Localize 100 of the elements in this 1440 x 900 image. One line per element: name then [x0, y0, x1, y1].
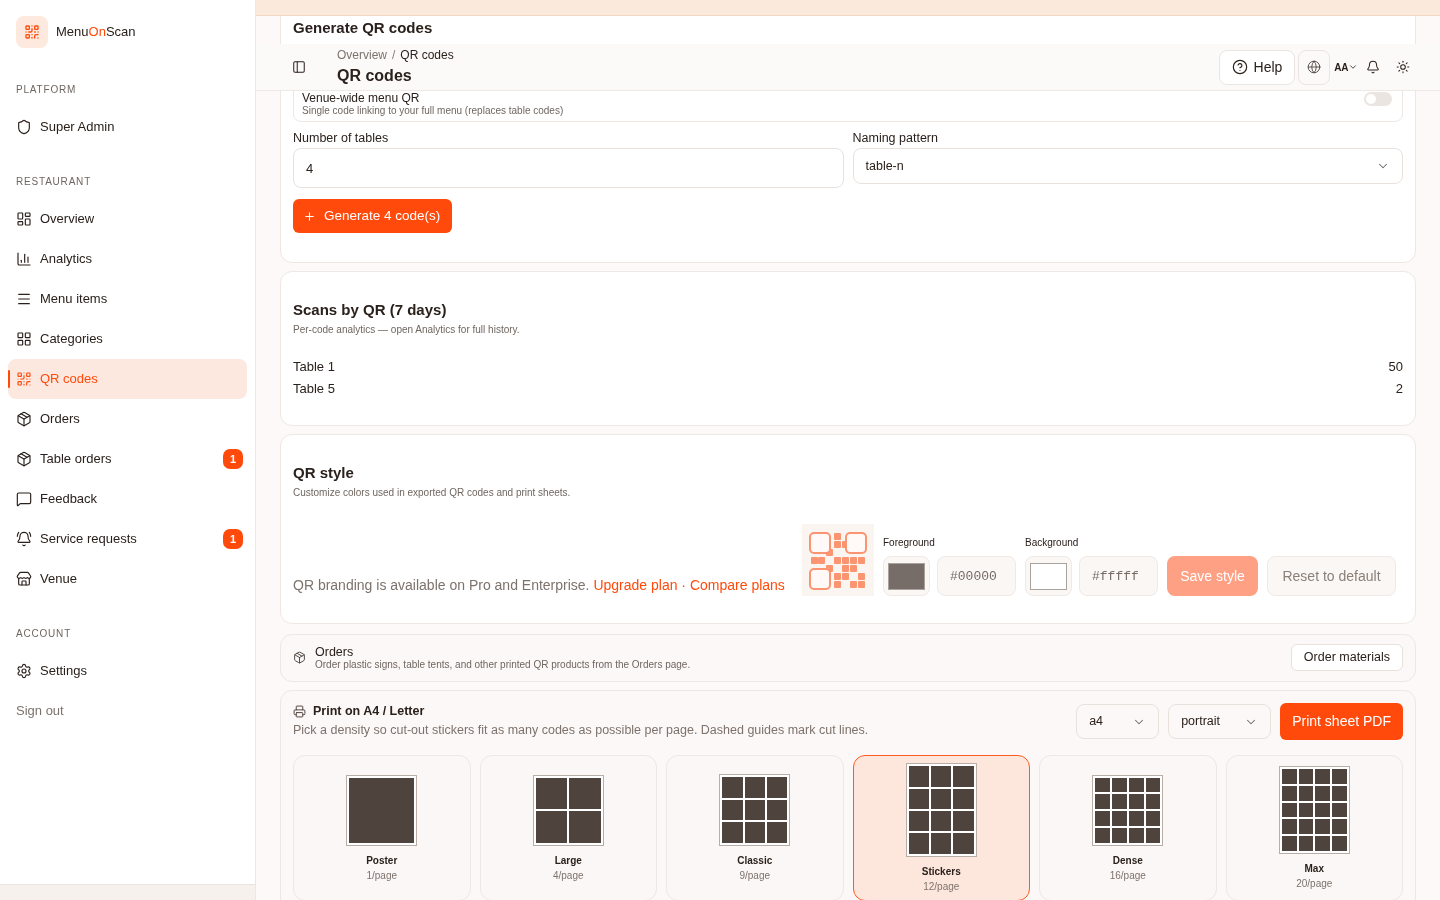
active-indicator: [8, 370, 10, 388]
section-label: RESTAURANT: [16, 176, 93, 188]
shield-icon: [16, 119, 32, 135]
tables-input[interactable]: 4: [293, 148, 844, 188]
density-count: 20/page: [1296, 877, 1333, 890]
card-title: Generate QR codes: [293, 18, 434, 38]
card-title: Scans by QR (7 days): [293, 300, 448, 320]
density-name: Dense: [1112, 854, 1143, 867]
density-option[interactable]: Dense 16/page: [1039, 755, 1217, 900]
print-title: Print on A4 / Letter: [313, 705, 425, 718]
naming-pattern-select[interactable]: table-n: [852, 148, 1403, 184]
density-option[interactable]: Max 20/page: [1225, 755, 1403, 900]
sidebar-item[interactable]: Analytics: [8, 239, 247, 279]
printer-icon: [293, 705, 306, 718]
color-swatch-button[interactable]: [883, 556, 930, 596]
settings-icon: [16, 663, 32, 679]
globe-icon: [1307, 60, 1322, 74]
density-name: Stickers: [921, 865, 961, 878]
sidebar-item[interactable]: Orders: [8, 399, 247, 439]
density-option[interactable]: Poster 1/page: [293, 755, 471, 900]
density-count: 1/page: [366, 869, 398, 882]
density-count: 12/page: [923, 880, 960, 893]
grid-icon: [16, 331, 32, 347]
field-label: Number of tables: [293, 130, 390, 146]
bell-icon: [16, 531, 32, 547]
sheet-layout-icon: [1278, 766, 1350, 854]
sidebar-item[interactable]: Overview: [8, 199, 247, 239]
sun-icon: [1396, 60, 1410, 74]
density-name: Classic: [737, 854, 773, 867]
qr-code-icon: [802, 524, 874, 596]
message-icon: [16, 491, 32, 507]
breadcrumb-current: QR codes: [400, 48, 454, 62]
sidebar-item[interactable]: Service requests 1: [8, 519, 247, 559]
breadcrumb-link[interactable]: Overview: [337, 48, 387, 62]
sidebar-item[interactable]: Super Admin: [8, 107, 247, 147]
toggle-switch[interactable]: [1364, 92, 1392, 106]
sidebar-item[interactable]: Menu items: [8, 279, 247, 319]
card-title: QR style: [293, 463, 355, 483]
language-button[interactable]: [1298, 49, 1331, 85]
sheet-layout-icon: [346, 774, 418, 846]
sidebar-panel-icon: [292, 60, 306, 74]
order-materials-button[interactable]: Order materials: [1290, 644, 1403, 671]
density-option[interactable]: Classic 9/page: [666, 755, 844, 900]
logo-icon: [16, 16, 48, 48]
sidebar-item[interactable]: Feedback: [8, 479, 247, 519]
option-description: Single code linking to your full menu (replaces table codes): [302, 105, 564, 117]
row-value: 50: [1388, 358, 1403, 377]
store-icon: [16, 571, 32, 587]
count-badge: 1: [223, 449, 243, 469]
breadcrumb-separator: /: [392, 48, 396, 62]
density-count: 9/page: [739, 869, 771, 882]
density-count: 4/page: [552, 869, 584, 882]
help-button[interactable]: Help: [1218, 49, 1296, 85]
text-size-button[interactable]: AA: [1334, 59, 1358, 75]
card-description: Per-code analytics — open Analytics for full history.: [293, 324, 521, 336]
print-description: Pick a density so cut-out stickers fit as many codes as possible per page. Dashed guides mark cut lines.: [293, 722, 869, 738]
bell-icon: [1366, 60, 1380, 74]
sheet-layout-icon: [532, 774, 604, 846]
sidebar-item[interactable]: Categories: [8, 319, 247, 359]
density-option[interactable]: Large 4/page: [479, 755, 657, 900]
menu-icon: [16, 291, 32, 307]
option-title: Venue-wide menu QR: [302, 92, 421, 105]
dashboard-icon: [16, 211, 32, 227]
section-label: ACCOUNT: [16, 628, 73, 640]
sheet-layout-icon: [905, 763, 977, 857]
orientation-select[interactable]: portrait: [1168, 704, 1272, 739]
field-label: Naming pattern: [852, 130, 939, 146]
chevron-down-icon: [1348, 62, 1358, 72]
sheet-layout-icon: [1092, 774, 1164, 846]
bar-chart-icon: [16, 251, 32, 267]
sidebar-item[interactable]: Venue: [8, 559, 247, 599]
card-description: Customize colors used in exported QR codes and print sheets.: [293, 487, 572, 499]
notifications-button[interactable]: [1366, 60, 1380, 74]
page-title: QR codes: [337, 66, 413, 86]
count-badge: 1: [223, 529, 243, 549]
theme-toggle-button[interactable]: [1396, 60, 1410, 74]
row-value: 2: [1395, 380, 1403, 399]
brand-name: MenuOnScan: [56, 23, 136, 42]
color-swatch-button[interactable]: [1025, 556, 1072, 596]
package-icon: [16, 411, 32, 427]
help-icon: [1231, 59, 1248, 75]
package-icon: [293, 651, 306, 664]
orders-description: Order plastic signs, table tents, and other printed QR products from the Orders page.: [315, 658, 691, 671]
density-name: Poster: [366, 854, 398, 867]
sidebar-toggle-button[interactable]: [292, 60, 306, 74]
orders-title: Orders: [315, 644, 355, 659]
sidebar-item[interactable]: Table orders 1: [8, 439, 247, 479]
upgrade-notice: QR branding is available on Pro and Enterprise. Upgrade plan · Compare plans: [293, 576, 785, 595]
color-field-label: Background: [1025, 537, 1080, 549]
density-count: 16/page: [1109, 869, 1146, 882]
plus-icon: [303, 209, 316, 223]
sheet-layout-icon: [719, 774, 791, 846]
row-label: Table 1: [293, 358, 335, 377]
sign-out-link[interactable]: Sign out: [8, 691, 247, 731]
color-field-label: Foreground: [883, 537, 936, 549]
paper-size-select[interactable]: a4: [1076, 704, 1160, 739]
qr-code-icon: [16, 371, 32, 387]
density-option[interactable]: Stickers 12/page: [852, 755, 1030, 900]
density-name: Large: [554, 854, 582, 867]
sidebar-item[interactable]: Settings: [8, 651, 247, 691]
